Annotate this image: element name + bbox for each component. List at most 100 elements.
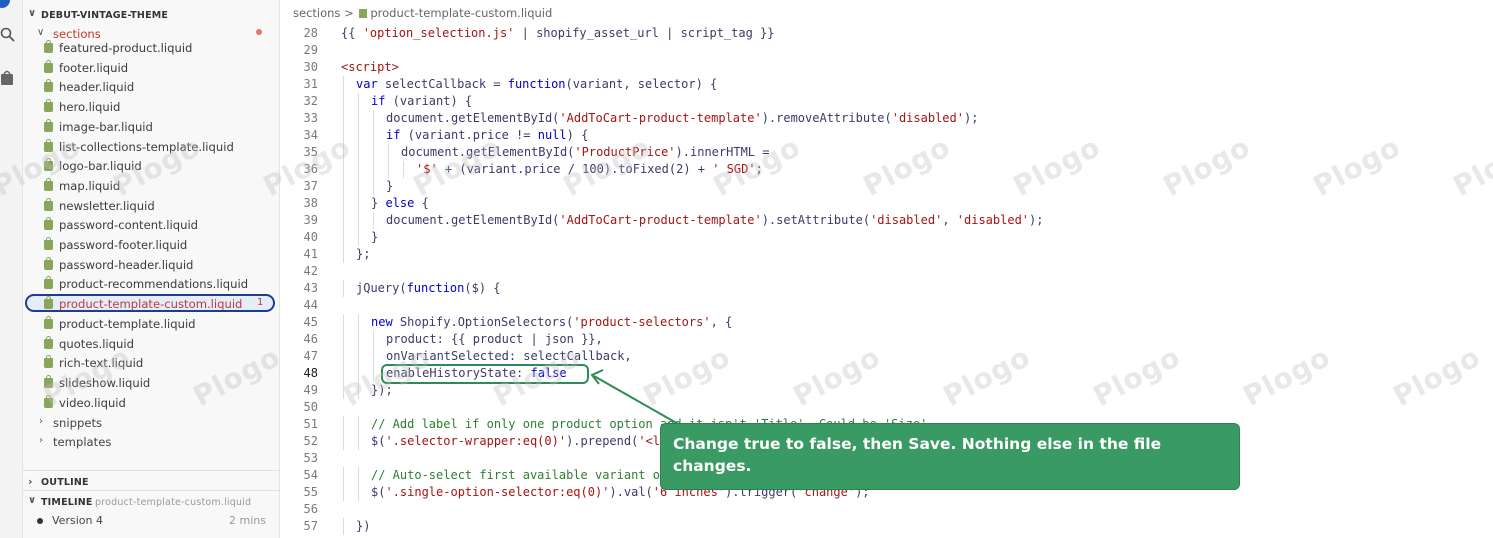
sidebar-file-item[interactable]: password-content.liquid xyxy=(23,215,279,235)
line-number: 45 xyxy=(303,315,318,329)
sidebar-file-item[interactable]: logo-bar.liquid xyxy=(23,156,279,176)
explorer-sidebar: ∨ DEBUT-VINTAGE-THEME ∨ sections feature… xyxy=(23,0,280,538)
line-number: 37 xyxy=(303,179,318,193)
code-line[interactable]: }); xyxy=(371,382,393,399)
liquid-file-icon xyxy=(44,315,53,329)
indent-guide xyxy=(343,110,344,127)
code-line[interactable]: document.getElementById('AddToCart-produ… xyxy=(386,110,978,127)
code-line[interactable]: }; xyxy=(356,246,370,263)
code-line[interactable]: } else { xyxy=(371,195,429,212)
outline-section[interactable]: › OUTLINE xyxy=(23,474,279,494)
liquid-file-icon xyxy=(44,99,53,113)
indent-guide xyxy=(358,382,359,399)
notification-badge[interactable] xyxy=(0,0,10,8)
line-number: 32 xyxy=(303,94,318,108)
line-number: 28 xyxy=(303,26,318,40)
timeline-label: TIMELINE xyxy=(41,497,93,508)
sidebar-file-item[interactable]: password-footer.liquid xyxy=(23,235,279,255)
file-label: password-content.liquid xyxy=(59,218,199,233)
highlight-box xyxy=(381,364,589,384)
sidebar-file-item[interactable]: password-header.liquid xyxy=(23,255,279,275)
breadcrumb-file[interactable]: product-template-custom.liquid xyxy=(370,6,552,20)
watermark-text: Plogo xyxy=(857,129,956,204)
sidebar-file-item[interactable]: product-recommendations.liquid xyxy=(23,274,279,294)
chevron-right-icon: › xyxy=(39,435,43,446)
code-line[interactable]: } xyxy=(386,178,393,195)
file-label: video.liquid xyxy=(59,395,126,410)
code-line[interactable]: new Shopify.OptionSelectors('product-sel… xyxy=(371,314,732,331)
sidebar-file-item[interactable]: featured-product.liquid xyxy=(23,38,279,58)
file-entry: password-content.liquid xyxy=(44,215,198,235)
indent-guide xyxy=(373,212,374,229)
timeline-entry[interactable]: Version 4 2 mins xyxy=(23,511,279,531)
code-line[interactable]: } xyxy=(371,229,378,246)
file-entry: rich-text.liquid xyxy=(44,353,143,373)
folder-snippets[interactable]: › snippets xyxy=(23,413,279,433)
line-number: 43 xyxy=(303,281,318,295)
code-line[interactable]: var selectCallback = function(variant, s… xyxy=(356,76,717,93)
line-number: 42 xyxy=(303,264,318,278)
liquid-file-icon xyxy=(44,256,53,270)
sidebar-file-item[interactable]: list-collections-template.liquid xyxy=(23,137,279,157)
sidebar-file-item[interactable]: image-bar.liquid xyxy=(23,117,279,137)
sidebar-file-item[interactable]: hero.liquid xyxy=(23,97,279,117)
line-number: 40 xyxy=(303,230,318,244)
line-number: 33 xyxy=(303,111,318,125)
line-number: 57 xyxy=(303,519,318,533)
code-line[interactable]: <script> xyxy=(341,59,399,76)
indent-guide xyxy=(343,433,344,450)
indent-guide xyxy=(343,178,344,195)
code-line[interactable]: if (variant) { xyxy=(371,93,472,110)
line-number: 53 xyxy=(303,451,318,465)
file-label: newsletter.liquid xyxy=(59,198,155,213)
line-number: 35 xyxy=(303,145,318,159)
sidebar-file-item[interactable]: rich-text.liquid xyxy=(23,353,279,373)
watermark-text: Plogo xyxy=(1157,129,1256,204)
watermark-text: Plogo xyxy=(787,339,886,414)
indent-guide xyxy=(358,314,359,331)
sidebar-file-item[interactable]: slideshow.liquid xyxy=(23,373,279,393)
code-line[interactable]: }) xyxy=(356,518,370,535)
line-number: 30 xyxy=(303,60,318,74)
search-icon[interactable] xyxy=(0,27,16,45)
liquid-file-icon xyxy=(44,177,53,191)
watermark-text: Plogo xyxy=(1237,339,1336,414)
sidebar-file-item[interactable]: newsletter.liquid xyxy=(23,196,279,216)
line-number: 41 xyxy=(303,247,318,261)
line-number: 38 xyxy=(303,196,318,210)
file-label: list-collections-template.liquid xyxy=(59,139,234,154)
file-entry: password-footer.liquid xyxy=(44,235,187,255)
sidebar-file-item[interactable]: map.liquid xyxy=(23,176,279,196)
file-label: product-template.liquid xyxy=(59,316,196,331)
sidebar-file-item[interactable]: product-template.liquid xyxy=(23,314,279,334)
outline-label: OUTLINE xyxy=(41,477,89,488)
file-label: password-footer.liquid xyxy=(59,238,188,252)
indent-guide xyxy=(358,127,359,144)
sidebar-file-item[interactable]: footer.liquid xyxy=(23,58,279,78)
chevron-down-icon: ∨ xyxy=(28,495,37,506)
indent-guide xyxy=(358,433,359,450)
explorer-root[interactable]: ∨ DEBUT-VINTAGE-THEME xyxy=(23,6,279,26)
file-label: header.liquid xyxy=(59,80,135,95)
code-line[interactable]: jQuery(function($) { xyxy=(356,280,501,297)
code-line[interactable]: if (variant.price != null) { xyxy=(386,127,588,144)
line-number: 49 xyxy=(303,383,318,397)
folder-templates[interactable]: › templates xyxy=(23,432,279,452)
code-line[interactable]: {{ 'option_selection.js' | shopify_asset… xyxy=(341,25,775,42)
watermark-text: Plogo xyxy=(1387,339,1486,414)
code-line[interactable]: onVariantSelected: selectCallback, xyxy=(386,348,632,365)
code-line[interactable]: document.getElementById('AddToCart-produ… xyxy=(386,212,1043,229)
indent-guide xyxy=(373,144,374,161)
sidebar-file-item[interactable]: video.liquid xyxy=(23,393,279,413)
indent-guide xyxy=(358,93,359,110)
sidebar-file-item[interactable]: quotes.liquid xyxy=(23,334,279,354)
file-entry: slideshow.liquid xyxy=(44,373,150,393)
code-line[interactable]: product: {{ product | json }}, xyxy=(386,331,603,348)
sidebar-file-item[interactable]: header.liquid xyxy=(23,77,279,97)
code-line[interactable]: '$' + (variant.price / 100).toFixed(2) +… xyxy=(416,161,763,178)
shopify-icon[interactable] xyxy=(0,70,16,88)
sidebar-file-item[interactable]: product-template-custom.liquid 1 xyxy=(23,294,279,314)
code-line[interactable]: document.getElementById('ProductPrice').… xyxy=(401,144,769,161)
timeline-dot-icon xyxy=(37,518,43,524)
breadcrumb-folder[interactable]: sections xyxy=(293,6,340,20)
